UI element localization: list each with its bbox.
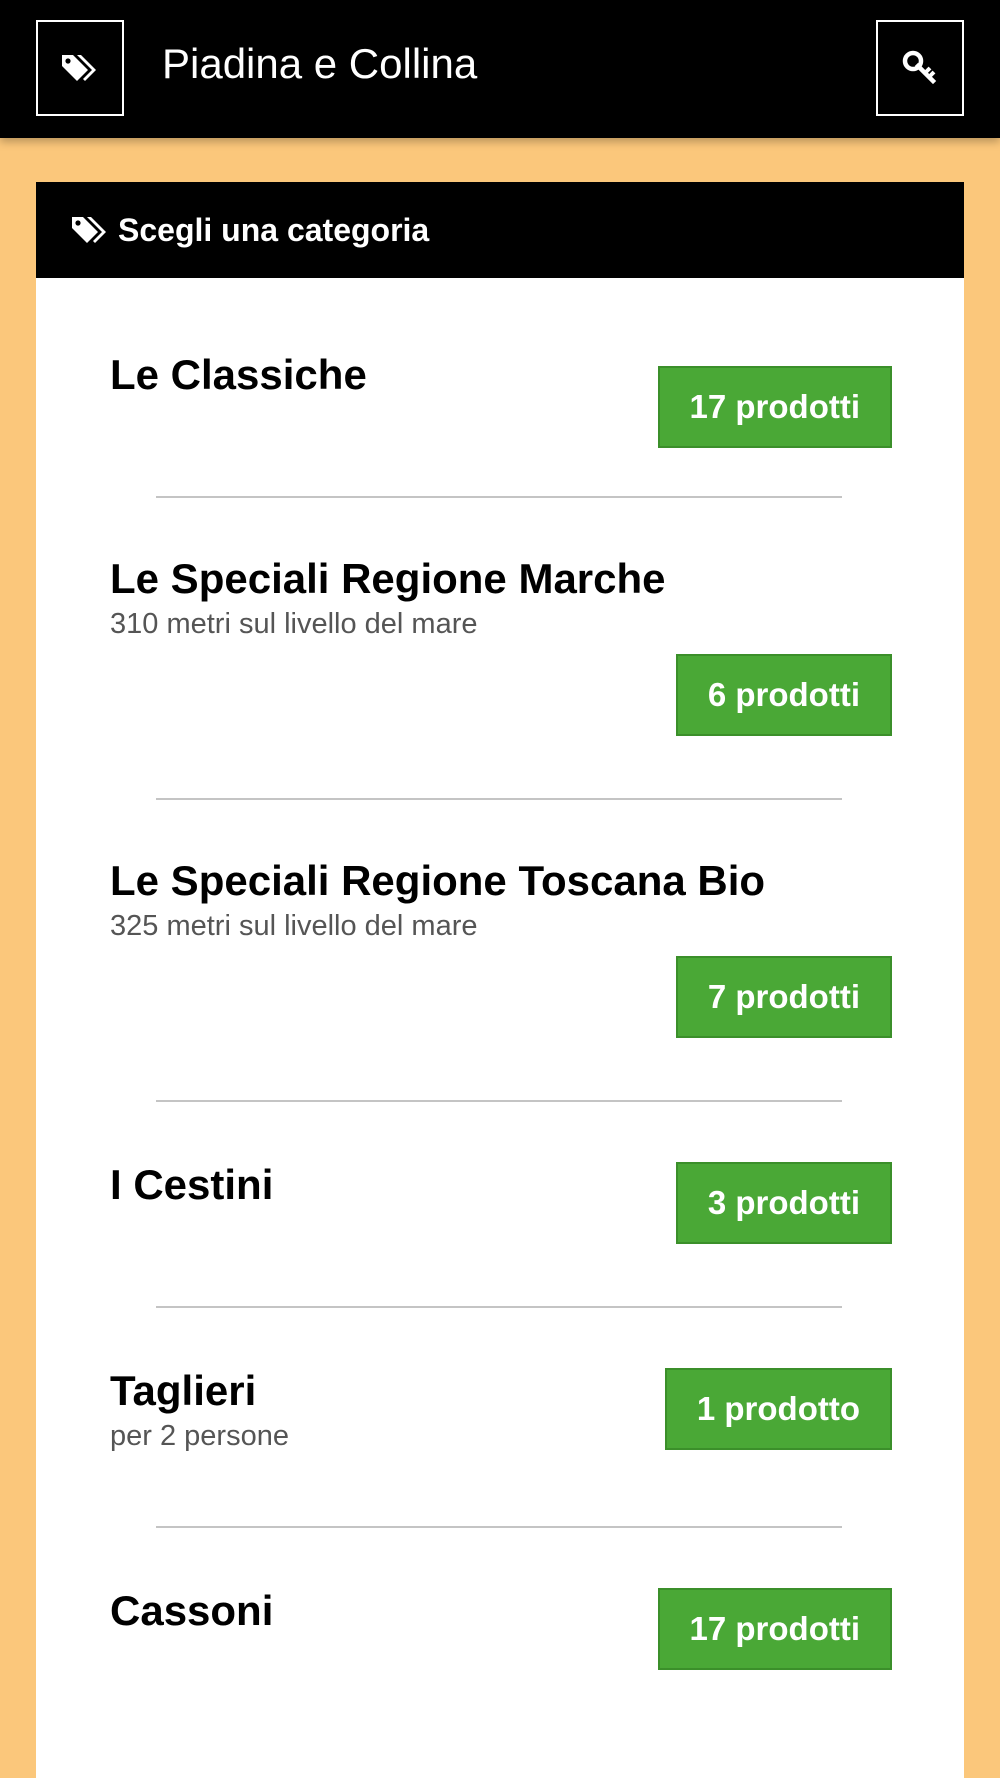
category-item-speciali-marche[interactable]: Le Speciali Regione Marche 310 metri sul… (110, 554, 892, 736)
category-item-i-cestini[interactable]: I Cestini 3 prodotti (110, 1160, 892, 1244)
product-count-button[interactable]: 3 prodotti (675, 1162, 892, 1244)
category-subtitle: 310 metri sul livello del mare (110, 608, 478, 640)
app-title: Piadina e Collina (162, 40, 478, 87)
category-item-speciali-toscana-bio[interactable]: Le Speciali Regione Toscana Bio 325 metr… (110, 856, 892, 1038)
product-count-button[interactable]: 17 prodotti (657, 366, 892, 448)
product-count-button[interactable]: 7 prodotti (675, 956, 892, 1038)
top-app-bar: Piadina e Collina (0, 0, 1000, 138)
category-item-taglieri[interactable]: Taglieri per 2 persone 1 prodotto (110, 1366, 892, 1454)
category-item-le-classiche[interactable]: Le Classiche 17 prodotti (110, 350, 892, 448)
product-count-button[interactable]: 6 prodotti (675, 654, 892, 736)
category-name: Le Speciali Regione Toscana Bio (110, 857, 766, 904)
category-subtitle: 325 metri sul livello del mare (110, 910, 478, 942)
tags-icon (62, 55, 96, 81)
product-count-button[interactable]: 1 prodotto (664, 1368, 892, 1450)
category-name: Le Speciali Regione Marche (110, 555, 666, 602)
categories-button[interactable] (36, 20, 124, 116)
product-count-button[interactable]: 17 prodotti (657, 1588, 892, 1670)
panel-title: Scegli una categoria (118, 211, 430, 248)
category-item-cassoni[interactable]: Cassoni 17 prodotti (110, 1586, 892, 1670)
login-button[interactable] (876, 20, 964, 116)
tags-icon (70, 210, 110, 250)
key-icon (902, 50, 937, 85)
panel-header: Scegli una categoria (36, 182, 964, 278)
